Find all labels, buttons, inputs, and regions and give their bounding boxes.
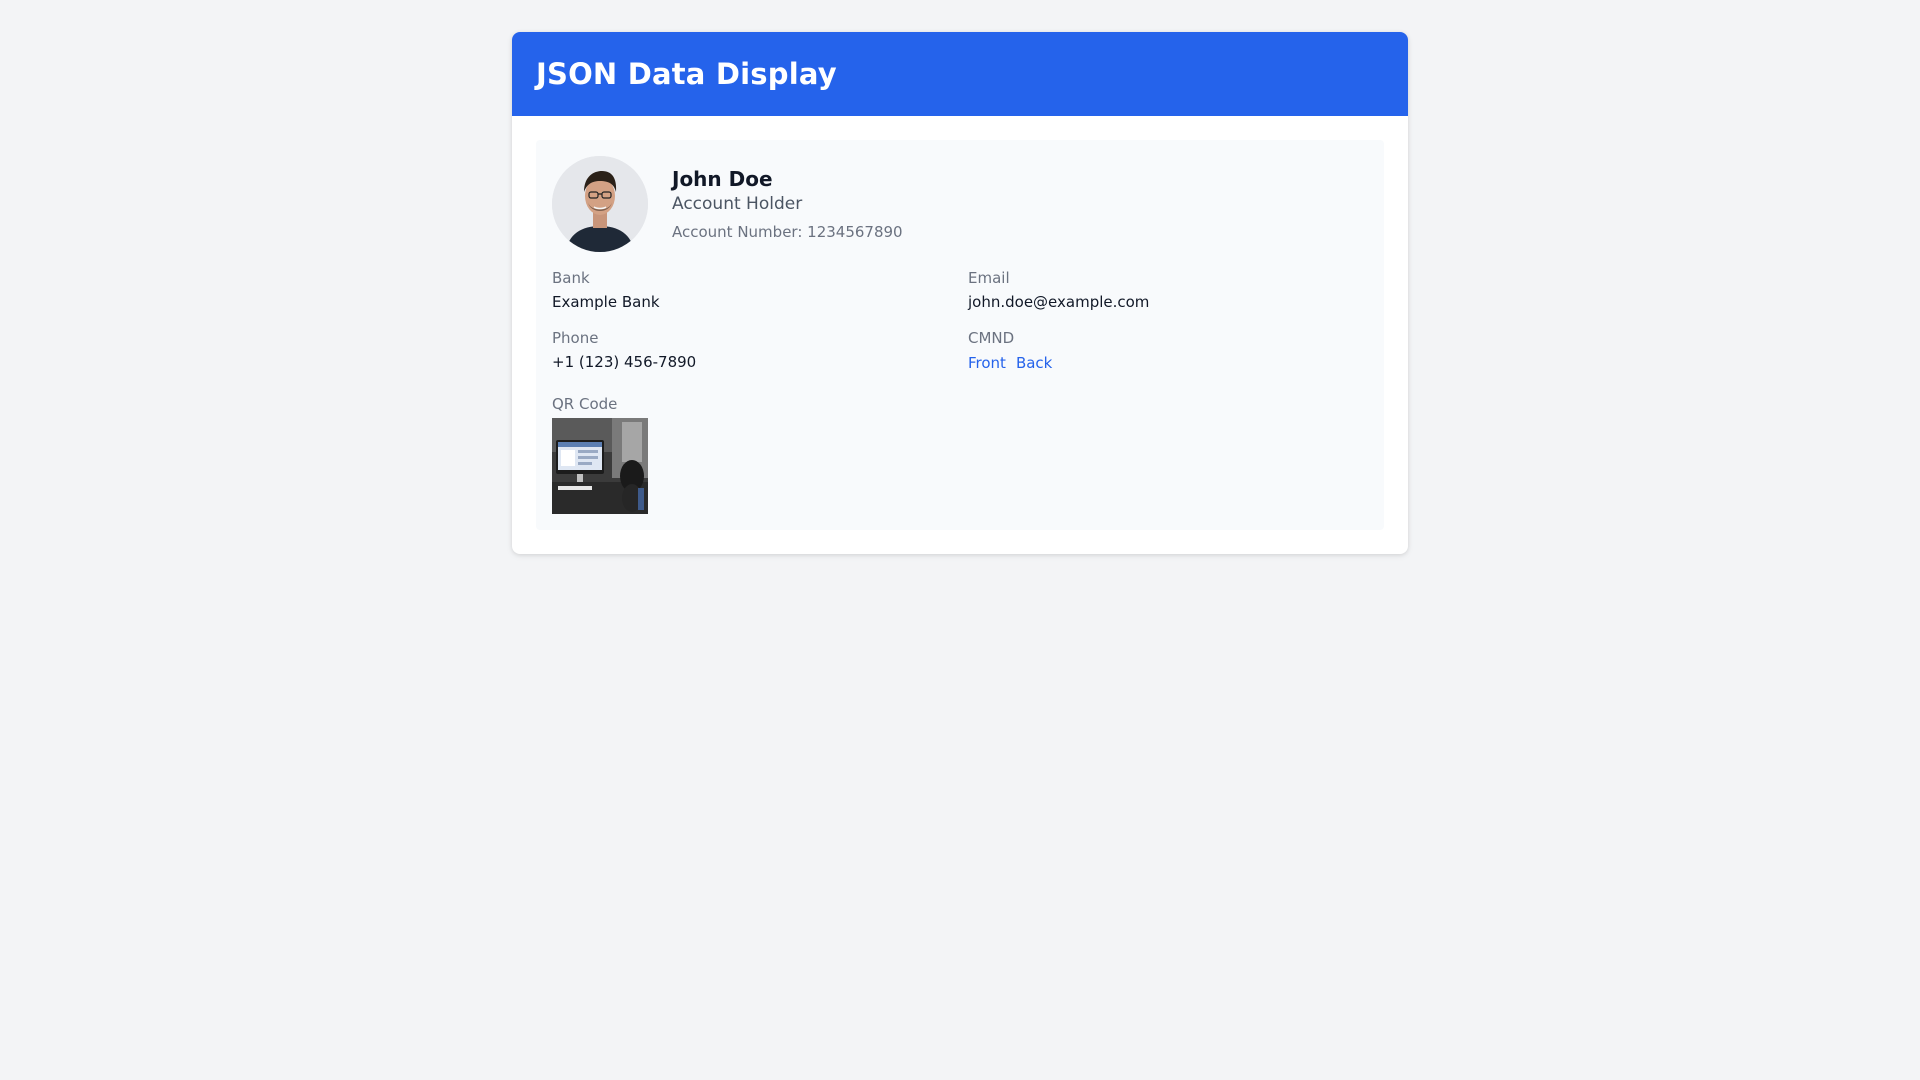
qr-field: QR Code: [552, 394, 1368, 514]
bank-value: Example Bank: [552, 293, 660, 311]
profile-section: John Doe Account Holder Account Number: …: [552, 156, 1368, 252]
card-body: John Doe Account Holder Account Number: …: [512, 116, 1408, 554]
cmnd-links: Front Back: [968, 352, 1368, 374]
avatar: [552, 156, 648, 252]
page: JSON Data Display John Doe Account Holde…: [0, 0, 1920, 1080]
profile-role: Account Holder: [672, 194, 803, 214]
bank-label: Bank: [552, 269, 590, 287]
page-title: JSON Data Display: [536, 57, 837, 91]
profile-info: John Doe Account Holder Account Number: …: [672, 166, 903, 242]
qr-code-image: [552, 418, 648, 514]
cmnd-field: CMND Front Back: [968, 328, 1368, 374]
avatar-photo: [552, 156, 648, 252]
phone-label: Phone: [552, 329, 599, 347]
account-panel: John Doe Account Holder Account Number: …: [536, 140, 1384, 530]
bank-field: Bank Example Bank: [552, 268, 968, 312]
cmnd-label: CMND: [968, 329, 1015, 347]
phone-field: Phone +1 (123) 456-7890: [552, 328, 968, 374]
qr-label: QR Code: [552, 395, 618, 413]
profile-name: John Doe: [672, 167, 773, 191]
details-grid: Bank Example Bank Email john.doe@example…: [552, 268, 1368, 374]
data-card: JSON Data Display John Doe Account Holde…: [512, 32, 1408, 554]
email-value: john.doe@example.com: [968, 293, 1150, 311]
account-number: Account Number: 1234567890: [672, 223, 903, 241]
cmnd-front-link[interactable]: Front: [968, 354, 1006, 372]
email-label: Email: [968, 269, 1010, 287]
phone-value: +1 (123) 456-7890: [552, 353, 697, 371]
email-field: Email john.doe@example.com: [968, 268, 1368, 312]
cmnd-back-link[interactable]: Back: [1016, 354, 1052, 372]
card-header: JSON Data Display: [512, 32, 1408, 116]
